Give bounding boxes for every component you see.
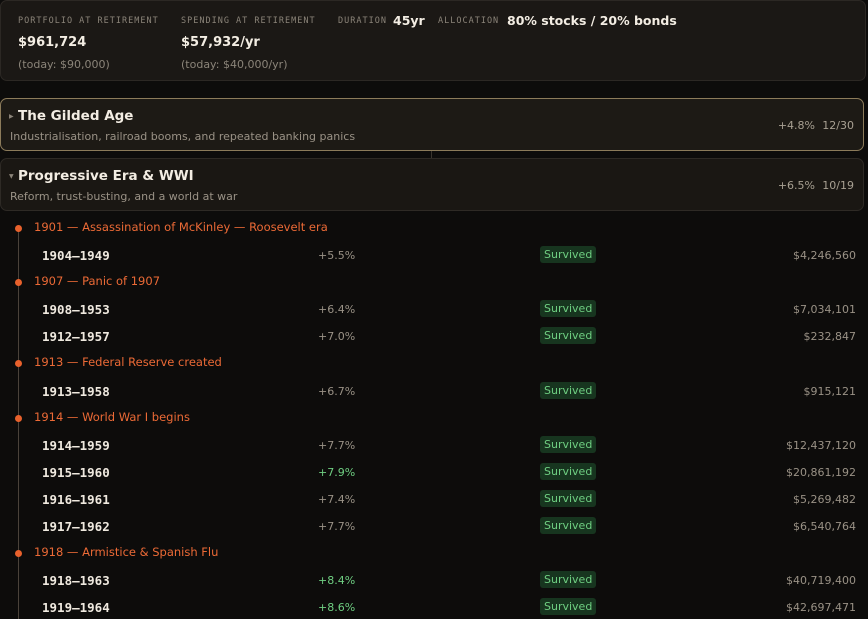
row-rate: +8.6%: [318, 601, 356, 614]
row-rate: +6.7%: [318, 385, 356, 398]
portfolio-today: (today: $90,000): [18, 58, 110, 71]
era-survival-count: 12/30: [822, 119, 854, 132]
era-title: Progressive Era & WWI: [18, 168, 194, 184]
era-description: Reform, trust-busting, and a world at wa…: [10, 190, 238, 203]
status-badge: Survived: [540, 300, 597, 317]
timeline-event: 1907 — Panic of 1907: [0, 274, 868, 292]
table-row[interactable]: 1913–1958 +6.7% Survived $915,121: [0, 382, 868, 402]
allocation-label: ALLOCATION: [438, 16, 500, 26]
row-final-value: $12,437,120: [786, 439, 856, 452]
timeline-event: 1913 — Federal Reserve created: [0, 355, 868, 373]
row-final-value: $42,697,471: [786, 601, 856, 614]
row-final-value: $20,861,192: [786, 466, 856, 479]
table-row[interactable]: 1908–1953 +6.4% Survived $7,034,101: [0, 300, 868, 320]
row-years: 1913–1958: [42, 384, 110, 399]
row-years: 1908–1953: [42, 302, 110, 317]
row-rate: +7.0%: [318, 330, 356, 343]
event-label: 1901 — Assassination of McKinley — Roose…: [34, 220, 328, 234]
event-label: 1914 — World War I begins: [34, 410, 190, 424]
table-row[interactable]: 1915–1960 +7.9% Survived $20,861,192: [0, 463, 868, 483]
status-badge: Survived: [540, 517, 597, 534]
row-years: 1918–1963: [42, 573, 110, 588]
row-years: 1914–1959: [42, 438, 110, 453]
status-badge: Survived: [540, 463, 597, 480]
era-card-gilded-age[interactable]: ▶ The Gilded Age Industrialisation, rail…: [0, 98, 864, 151]
status-badge: Survived: [540, 490, 597, 507]
era-rate: +6.5%: [777, 179, 815, 192]
era-rate: +4.8%: [777, 119, 815, 132]
row-rate: +7.9%: [318, 466, 356, 479]
table-row[interactable]: 1916–1961 +7.4% Survived $5,269,482: [0, 490, 868, 510]
allocation-value: 80% stocks / 20% bonds: [507, 13, 677, 28]
row-years: 1915–1960: [42, 465, 110, 480]
event-dot-icon: [15, 225, 22, 232]
era-survival-count: 10/19: [822, 179, 854, 192]
event-dot-icon: [15, 360, 22, 367]
retirement-summary-card: PORTFOLIO AT RETIREMENT $961,724 (today:…: [0, 0, 866, 81]
table-row[interactable]: 1904–1949 +5.5% Survived $4,246,560: [0, 246, 868, 266]
event-label: 1907 — Panic of 1907: [34, 274, 161, 288]
row-rate: +5.5%: [318, 249, 356, 262]
status-badge: Survived: [540, 436, 597, 453]
event-label: 1918 — Armistice & Spanish Flu: [34, 545, 219, 559]
row-rate: +7.7%: [318, 439, 356, 452]
row-final-value: $6,540,764: [793, 520, 856, 533]
spending-today: (today: $40,000/yr): [181, 58, 288, 71]
portfolio-label: PORTFOLIO AT RETIREMENT: [18, 16, 159, 26]
event-dot-icon: [15, 415, 22, 422]
row-final-value: $232,847: [803, 330, 857, 343]
event-label: 1913 — Federal Reserve created: [34, 355, 222, 369]
duration-label: DURATION: [338, 16, 387, 26]
spending-label: SPENDING AT RETIREMENT: [181, 16, 316, 26]
era-description: Industrialisation, railroad booms, and r…: [10, 130, 356, 143]
row-final-value: $40,719,400: [786, 574, 856, 587]
event-dot-icon: [15, 279, 22, 286]
row-years: 1919–1964: [42, 600, 110, 615]
row-final-value: $4,246,560: [793, 249, 856, 262]
status-badge: Survived: [540, 571, 597, 588]
timeline-event: 1918 — Armistice & Spanish Flu: [0, 545, 868, 563]
row-rate: +7.4%: [318, 493, 356, 506]
row-rate: +8.4%: [318, 574, 356, 587]
era-title: The Gilded Age: [18, 108, 134, 124]
row-years: 1912–1957: [42, 329, 110, 344]
row-years: 1916–1961: [42, 492, 110, 507]
table-row[interactable]: 1917–1962 +7.7% Survived $6,540,764: [0, 517, 868, 537]
caret-down-icon: ▼: [9, 173, 14, 180]
timeline-event: 1914 — World War I begins: [0, 410, 868, 428]
row-final-value: $915,121: [803, 385, 857, 398]
status-badge: Survived: [540, 327, 597, 344]
status-badge: Survived: [540, 598, 597, 615]
row-final-value: $5,269,482: [793, 493, 856, 506]
event-dot-icon: [15, 550, 22, 557]
status-badge: Survived: [540, 246, 597, 263]
timeline-event: 1901 — Assassination of McKinley — Roose…: [0, 220, 868, 238]
spending-value: $57,932/yr: [181, 35, 260, 50]
row-rate: +6.4%: [318, 303, 356, 316]
duration-value: 45yr: [393, 13, 425, 28]
row-years: 1917–1962: [42, 519, 110, 534]
era-connector: [431, 151, 432, 158]
table-row[interactable]: 1912–1957 +7.0% Survived $232,847: [0, 327, 868, 347]
row-years: 1904–1949: [42, 248, 110, 263]
table-row[interactable]: 1918–1963 +8.4% Survived $40,719,400: [0, 571, 868, 591]
portfolio-value: $961,724: [18, 35, 87, 50]
table-row[interactable]: 1914–1959 +7.7% Survived $12,437,120: [0, 436, 868, 456]
row-rate: +7.7%: [318, 520, 356, 533]
caret-right-icon: ▶: [9, 113, 14, 120]
row-final-value: $7,034,101: [793, 303, 856, 316]
era-card-progressive-era[interactable]: ▼ Progressive Era & WWI Reform, trust-bu…: [0, 158, 864, 211]
status-badge: Survived: [540, 382, 597, 399]
table-row[interactable]: 1919–1964 +8.6% Survived $42,697,471: [0, 598, 868, 618]
